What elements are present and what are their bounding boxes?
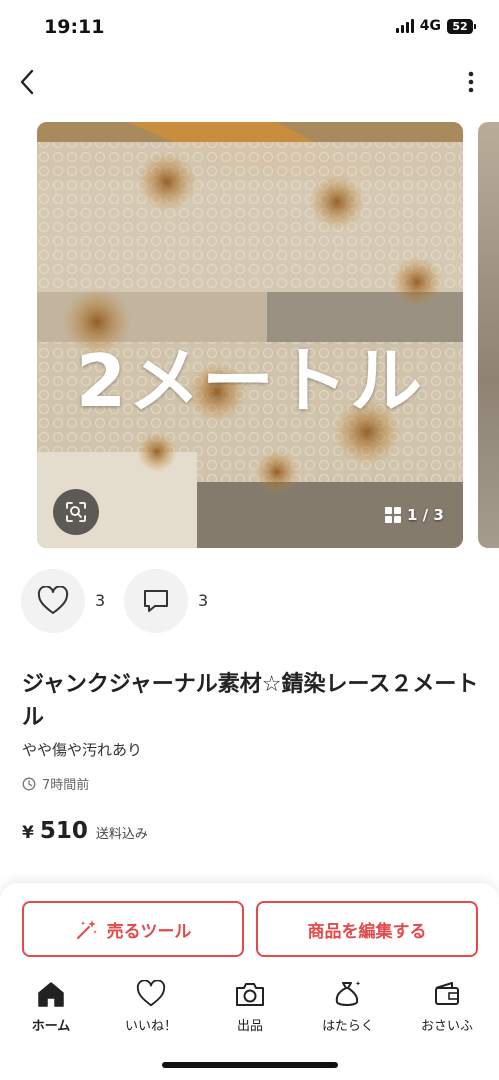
home-icon [35,978,67,1010]
grid-icon [385,507,401,523]
more-options-button[interactable] [467,70,475,94]
magic-wand-icon [76,920,97,939]
tab-bar: ホーム いいね！ 出品 はたらく おさいふ [0,978,499,1038]
tab-likes-label: いいね！ [124,1019,177,1034]
image-search-icon [66,502,86,522]
heart-icon [135,978,167,1010]
edit-item-button[interactable]: 商品を編集する [256,901,478,957]
tab-sell-label: 出品 [236,1019,263,1034]
status-bar: 19:11 4G 52 [0,0,499,54]
signal-icon [395,19,414,33]
tab-sell[interactable]: 出品 [205,978,295,1034]
like-button[interactable] [21,569,85,633]
tab-home-label: ホーム [31,1019,71,1034]
item-title: ジャンクジャーナル素材☆錆染レース２メートル [22,672,479,730]
network-type: 4G [419,18,441,34]
posted-time: 7時間前 [22,774,89,793]
next-image-preview[interactable] [478,122,499,548]
money-bag-icon [332,978,364,1010]
image-counter-text: 1 / 3 [407,506,444,524]
tab-likes[interactable]: いいね！ [106,978,196,1034]
currency-symbol: ¥ [22,823,34,843]
clock-icon [22,777,36,790]
like-count: 3 [95,591,106,610]
status-time: 19:11 [44,16,105,38]
tab-home[interactable]: ホーム [6,978,96,1034]
edit-item-label: 商品を編集する [307,921,427,942]
comment-icon [144,590,168,612]
sell-tool-label: 売るツール [106,921,192,942]
product-image[interactable]: 2メートル [37,122,463,548]
status-indicators: 4G 52 [395,18,476,34]
battery-icon: 52 [447,18,476,34]
tab-wallet-label: おさいふ [420,1019,473,1034]
price-amount: 510 [39,818,88,844]
tab-wallet[interactable]: おさいふ [402,978,492,1034]
back-button[interactable] [14,66,42,98]
posted-time-text: 7時間前 [42,778,90,793]
comment-count: 3 [198,591,209,610]
sell-tool-button[interactable]: 売るツール [22,901,244,957]
home-indicator [162,1062,338,1068]
tab-work-label: はたらく [322,1019,374,1034]
shipping-note: 送料込み [95,827,148,842]
tab-work[interactable]: はたらく [303,978,393,1034]
image-overlay-text: 2メートル [75,339,425,423]
item-condition: やや傷や汚れあり [22,741,143,759]
image-counter: 1 / 3 [385,506,444,524]
item-price: ¥ 510 送料込み [22,818,148,844]
comment-button[interactable] [124,569,188,633]
heart-icon [37,586,69,614]
more-vertical-icon [468,71,474,93]
wallet-icon [431,978,463,1010]
camera-icon [234,978,266,1010]
image-search-button[interactable] [53,489,99,535]
chevron-left-icon [20,69,34,95]
